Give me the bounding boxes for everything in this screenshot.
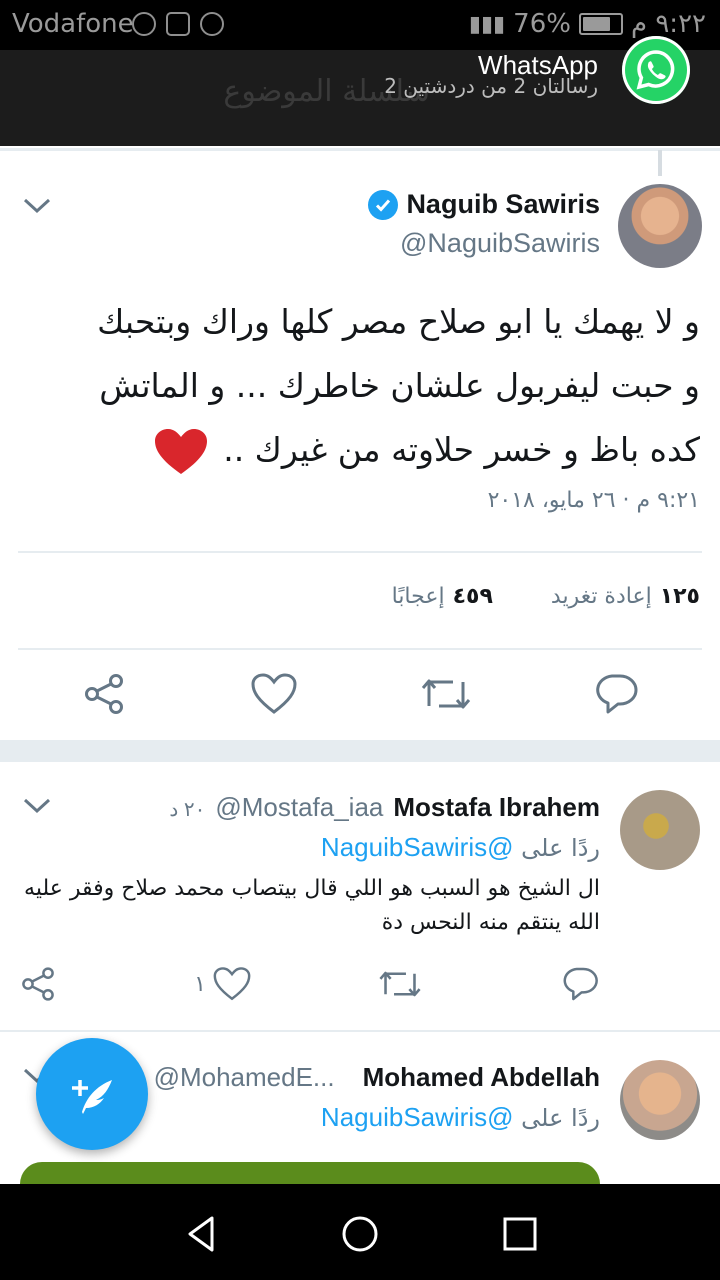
divider: [18, 551, 702, 553]
tweet-stats: ١٢٥ إعادة تغريد ٤٥٩ إعجابًا: [392, 584, 700, 609]
divider: [0, 148, 720, 151]
reply-actions: ١: [0, 954, 720, 1014]
chevron-down-icon[interactable]: [22, 196, 52, 216]
like-button[interactable]: [244, 664, 304, 724]
likes-count: ٤٥٩: [452, 584, 493, 609]
divider: [0, 1030, 720, 1032]
messenger-icon: [200, 12, 224, 36]
retweets-count: ١٢٥: [659, 584, 700, 609]
notification-message: رسالتان 2 من دردشتين 2: [384, 74, 598, 98]
likes-stat[interactable]: ٤٥٩ إعجابًا: [392, 584, 493, 609]
status-bar: Vodafone ▮▮▮ 76% ٩:٢٢ م: [0, 0, 720, 50]
reply-to: ردًا على @NaguibSawiris: [321, 1102, 600, 1133]
reply-to-handle[interactable]: @NaguibSawiris: [321, 832, 514, 862]
retweets-stat[interactable]: ١٢٥ إعادة تغريد: [551, 584, 700, 609]
reply-time: ٢٠ د: [169, 799, 206, 821]
status-icons: [132, 12, 224, 36]
tweet-text: و لا يهمك يا ابو صلاح مصر كلها وراك وبتح…: [22, 290, 700, 482]
recents-square-icon: [503, 1217, 537, 1251]
reply-icon: [563, 967, 598, 1001]
retweet-icon: [421, 679, 471, 709]
reply-handle: @MohamedE...: [153, 1062, 335, 1092]
battery-percent: 76%: [513, 9, 571, 39]
hotspot-icon: [132, 12, 156, 36]
share-icon: [22, 967, 54, 1001]
battery-icon: [578, 13, 623, 35]
reply-text: ال الشيخ هو السبب هو اللي قال بيتصاب محم…: [24, 876, 600, 935]
share-button[interactable]: [74, 664, 134, 724]
scroll-indicator[interactable]: [658, 150, 662, 176]
author-avatar[interactable]: [618, 184, 702, 268]
reply-button[interactable]: [586, 664, 646, 724]
likes-label: إعجابًا: [391, 584, 445, 609]
status-right: ▮▮▮ 76% ٩:٢٢ م: [469, 9, 706, 39]
compose-tweet-icon: [72, 1080, 112, 1114]
carrier-name: Vodafone: [12, 9, 134, 39]
back-triangle-icon: [188, 1216, 214, 1252]
retweets-label: إعادة تغريد: [550, 584, 652, 609]
chevron-down-icon[interactable]: [22, 796, 52, 816]
tweet-timestamp: ٩:٢١ م · ٢٦ مايو، ٢٠١٨: [487, 488, 700, 513]
red-heart-emoji-icon: [154, 428, 207, 474]
tweet-line-last: كده باظ و خسر حلاوته من غيرك ..: [22, 418, 700, 482]
author-name: Naguib Sawiris: [406, 189, 600, 219]
reply-to-handle[interactable]: @NaguibSawiris: [321, 1102, 514, 1132]
reply-author[interactable]: @MohamedE... Mohamed Abdellah: [154, 1062, 600, 1093]
divider: [18, 648, 702, 650]
retweet-icon: [379, 971, 421, 997]
tweet-actions: [0, 664, 720, 724]
reply-name: Mohamed Abdellah: [362, 1062, 600, 1092]
reply-handle: @Mostafa_iaa: [215, 792, 384, 822]
retweet-button[interactable]: [370, 954, 430, 1014]
home-circle-icon: [342, 1216, 378, 1252]
share-button[interactable]: [8, 954, 68, 1014]
reply-button[interactable]: [550, 954, 610, 1014]
reply-author[interactable]: ٢٠ د @Mostafa_iaa Mostafa Ibrahem: [169, 792, 600, 823]
heart-icon: [213, 967, 251, 1001]
reply-avatar[interactable]: [620, 1060, 700, 1140]
compose-tweet-button[interactable]: [36, 1038, 148, 1150]
back-button[interactable]: [178, 1210, 226, 1258]
reply-avatar[interactable]: [620, 790, 700, 870]
reply-name: Mostafa Ibrahem: [393, 792, 600, 822]
heart-icon: [251, 673, 297, 714]
reply-icon: [596, 674, 638, 714]
signal-icon: ▮▮▮: [468, 11, 506, 37]
like-button[interactable]: ١: [178, 954, 268, 1014]
reply-to-label: ردًا على: [521, 834, 600, 862]
author-handle[interactable]: @NaguibSawiris: [400, 228, 600, 259]
share-icon: [85, 674, 123, 714]
whatsapp-icon[interactable]: [622, 36, 690, 104]
verified-badge-icon: [368, 189, 399, 220]
reply-to-label: ردًا على: [521, 1104, 600, 1132]
image-icon: [166, 12, 190, 36]
home-button[interactable]: [336, 1210, 384, 1258]
tweet-line: و حبت ليفربول علشان خاطرك ... و الماتش: [99, 366, 700, 405]
like-count: ١: [194, 971, 206, 997]
recents-button[interactable]: [496, 1210, 544, 1258]
whatsapp-notification[interactable]: سلسلة الموضوع WhatsApp رسالتان 2 من دردش…: [0, 50, 720, 146]
tweet-line: و لا يهمك يا ابو صلاح مصر كلها وراك وبتح…: [97, 302, 700, 341]
clock: ٩:٢٢ م: [630, 9, 706, 39]
reply-to: ردًا على @NaguibSawiris: [321, 832, 600, 863]
retweet-button[interactable]: [416, 664, 476, 724]
section-separator: [0, 740, 720, 762]
system-nav-bar: [0, 1184, 720, 1280]
tweet-author[interactable]: Naguib Sawiris: [368, 189, 600, 220]
tweet-line-text: كده باظ و خسر حلاوته من غيرك ..: [223, 430, 700, 469]
